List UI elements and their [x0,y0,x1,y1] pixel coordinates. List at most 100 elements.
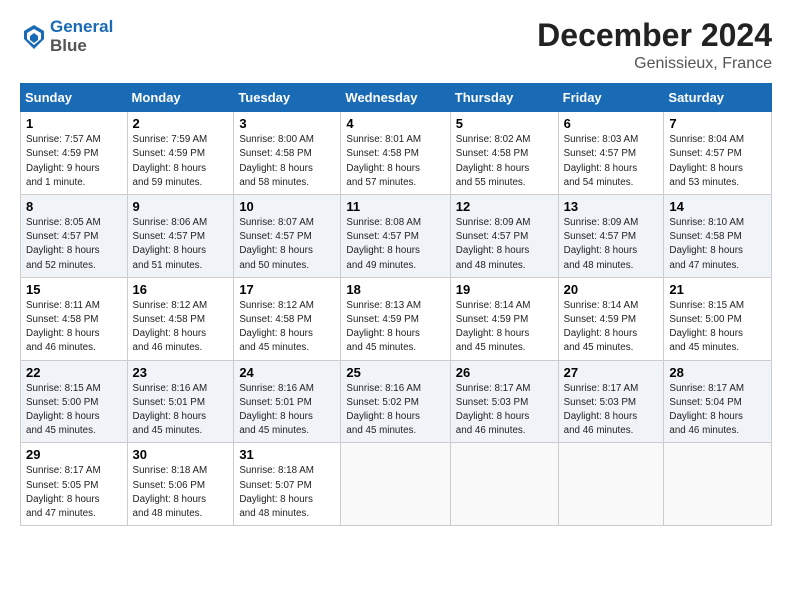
table-row: 16 Sunrise: 8:12 AM Sunset: 4:58 PM Dayli… [127,277,234,360]
day-info: Sunrise: 8:04 AM Sunset: 4:57 PM Dayligh… [669,133,766,190]
col-saturday: Saturday [664,84,772,112]
page: General Blue December 2024 Genissieux, F… [0,0,792,536]
col-friday: Friday [558,84,664,112]
day-number: 22 [26,365,122,380]
table-row: 23 Sunrise: 8:16 AM Sunset: 5:01 PM Dayli… [127,360,234,443]
day-number: 10 [239,199,335,214]
day-number: 7 [669,116,766,131]
table-row: 18 Sunrise: 8:13 AM Sunset: 4:59 PM Dayli… [341,277,450,360]
day-number: 27 [564,365,659,380]
day-info: Sunrise: 8:09 AM Sunset: 4:57 PM Dayligh… [456,216,553,273]
table-row: 4 Sunrise: 8:01 AM Sunset: 4:58 PM Daylig… [341,112,450,195]
day-info: Sunrise: 7:59 AM Sunset: 4:59 PM Dayligh… [133,133,229,190]
day-number: 29 [26,447,122,462]
day-number: 9 [133,199,229,214]
table-row: 29 Sunrise: 8:17 AM Sunset: 5:05 PM Dayli… [21,443,128,526]
table-row: 15Sunrise: 8:11 AM Sunset: 4:58 PM Dayli… [21,277,128,360]
logo-icon [20,23,48,51]
table-row [450,443,558,526]
day-info: Sunrise: 8:16 AM Sunset: 5:01 PM Dayligh… [133,382,229,439]
day-info: Sunrise: 8:00 AM Sunset: 4:58 PM Dayligh… [239,133,335,190]
table-row [664,443,772,526]
col-wednesday: Wednesday [341,84,450,112]
day-number: 24 [239,365,335,380]
day-number: 31 [239,447,335,462]
table-row: 27 Sunrise: 8:17 AM Sunset: 5:03 PM Dayli… [558,360,664,443]
day-info: Sunrise: 8:17 AM Sunset: 5:04 PM Dayligh… [669,382,766,439]
table-row: 2 Sunrise: 7:59 AM Sunset: 4:59 PM Daylig… [127,112,234,195]
table-row: 11 Sunrise: 8:08 AM Sunset: 4:57 PM Dayli… [341,195,450,278]
day-info: Sunrise: 8:09 AM Sunset: 4:57 PM Dayligh… [564,216,659,273]
day-number: 6 [564,116,659,131]
col-tuesday: Tuesday [234,84,341,112]
day-number: 19 [456,282,553,297]
table-row: 28Sunrise: 8:17 AM Sunset: 5:04 PM Dayli… [664,360,772,443]
table-row: 31 Sunrise: 8:18 AM Sunset: 5:07 PM Dayli… [234,443,341,526]
day-info: Sunrise: 8:10 AM Sunset: 4:58 PM Dayligh… [669,216,766,273]
location-title: Genissieux, France [537,55,772,73]
table-row: 13 Sunrise: 8:09 AM Sunset: 4:57 PM Dayli… [558,195,664,278]
day-info: Sunrise: 8:14 AM Sunset: 4:59 PM Dayligh… [456,299,553,356]
day-number: 8 [26,199,122,214]
day-info: Sunrise: 8:11 AM Sunset: 4:58 PM Dayligh… [26,299,122,356]
day-info: Sunrise: 8:15 AM Sunset: 5:00 PM Dayligh… [26,382,122,439]
day-info: Sunrise: 8:12 AM Sunset: 4:58 PM Dayligh… [239,299,335,356]
day-number: 17 [239,282,335,297]
calendar-header-row: Sunday Monday Tuesday Wednesday Thursday… [21,84,772,112]
day-info: Sunrise: 8:05 AM Sunset: 4:57 PM Dayligh… [26,216,122,273]
day-info: Sunrise: 7:57 AM Sunset: 4:59 PM Dayligh… [26,133,122,190]
day-number: 3 [239,116,335,131]
table-row: 22 Sunrise: 8:15 AM Sunset: 5:00 PM Dayli… [21,360,128,443]
table-row: 9Sunrise: 8:06 AM Sunset: 4:57 PM Daylig… [127,195,234,278]
day-number: 21 [669,282,766,297]
title-block: December 2024 Genissieux, France [537,18,772,73]
day-number: 20 [564,282,659,297]
day-info: Sunrise: 8:12 AM Sunset: 4:58 PM Dayligh… [133,299,229,356]
day-info: Sunrise: 8:08 AM Sunset: 4:57 PM Dayligh… [346,216,444,273]
month-title: December 2024 [537,18,772,53]
day-info: Sunrise: 8:18 AM Sunset: 5:07 PM Dayligh… [239,464,335,521]
table-row: 12Sunrise: 8:09 AM Sunset: 4:57 PM Dayli… [450,195,558,278]
table-row: 21Sunrise: 8:15 AM Sunset: 5:00 PM Dayli… [664,277,772,360]
col-thursday: Thursday [450,84,558,112]
day-info: Sunrise: 8:16 AM Sunset: 5:01 PM Dayligh… [239,382,335,439]
day-info: Sunrise: 8:14 AM Sunset: 4:59 PM Dayligh… [564,299,659,356]
day-number: 25 [346,365,444,380]
day-number: 4 [346,116,444,131]
day-number: 26 [456,365,553,380]
day-number: 16 [133,282,229,297]
day-number: 13 [564,199,659,214]
table-row: 24 Sunrise: 8:16 AM Sunset: 5:01 PM Dayli… [234,360,341,443]
day-number: 2 [133,116,229,131]
day-number: 1 [26,116,122,131]
day-info: Sunrise: 8:02 AM Sunset: 4:58 PM Dayligh… [456,133,553,190]
day-info: Sunrise: 8:17 AM Sunset: 5:03 PM Dayligh… [456,382,553,439]
table-row: 20 Sunrise: 8:14 AM Sunset: 4:59 PM Dayli… [558,277,664,360]
day-info: Sunrise: 8:13 AM Sunset: 4:59 PM Dayligh… [346,299,444,356]
table-row: 3 Sunrise: 8:00 AM Sunset: 4:58 PM Daylig… [234,112,341,195]
table-row [341,443,450,526]
day-number: 18 [346,282,444,297]
day-number: 11 [346,199,444,214]
table-row: 19 Sunrise: 8:14 AM Sunset: 4:59 PM Dayli… [450,277,558,360]
header: General Blue December 2024 Genissieux, F… [20,18,772,73]
table-row: 1 Sunrise: 7:57 AM Sunset: 4:59 PM Daylig… [21,112,128,195]
table-row: 25 Sunrise: 8:16 AM Sunset: 5:02 PM Dayli… [341,360,450,443]
calendar: Sunday Monday Tuesday Wednesday Thursday… [20,83,772,526]
table-row: 30Sunrise: 8:18 AM Sunset: 5:06 PM Dayli… [127,443,234,526]
logo-text: General Blue [50,18,113,55]
table-row: 17 Sunrise: 8:12 AM Sunset: 4:58 PM Dayli… [234,277,341,360]
day-number: 23 [133,365,229,380]
table-row: 7 Sunrise: 8:04 AM Sunset: 4:57 PM Daylig… [664,112,772,195]
day-info: Sunrise: 8:17 AM Sunset: 5:05 PM Dayligh… [26,464,122,521]
day-number: 14 [669,199,766,214]
col-monday: Monday [127,84,234,112]
table-row: 5Sunrise: 8:02 AM Sunset: 4:58 PM Daylig… [450,112,558,195]
day-info: Sunrise: 8:17 AM Sunset: 5:03 PM Dayligh… [564,382,659,439]
day-info: Sunrise: 8:01 AM Sunset: 4:58 PM Dayligh… [346,133,444,190]
table-row: 14 Sunrise: 8:10 AM Sunset: 4:58 PM Dayli… [664,195,772,278]
day-info: Sunrise: 8:16 AM Sunset: 5:02 PM Dayligh… [346,382,444,439]
table-row: 10 Sunrise: 8:07 AM Sunset: 4:57 PM Dayli… [234,195,341,278]
col-sunday: Sunday [21,84,128,112]
day-info: Sunrise: 8:07 AM Sunset: 4:57 PM Dayligh… [239,216,335,273]
